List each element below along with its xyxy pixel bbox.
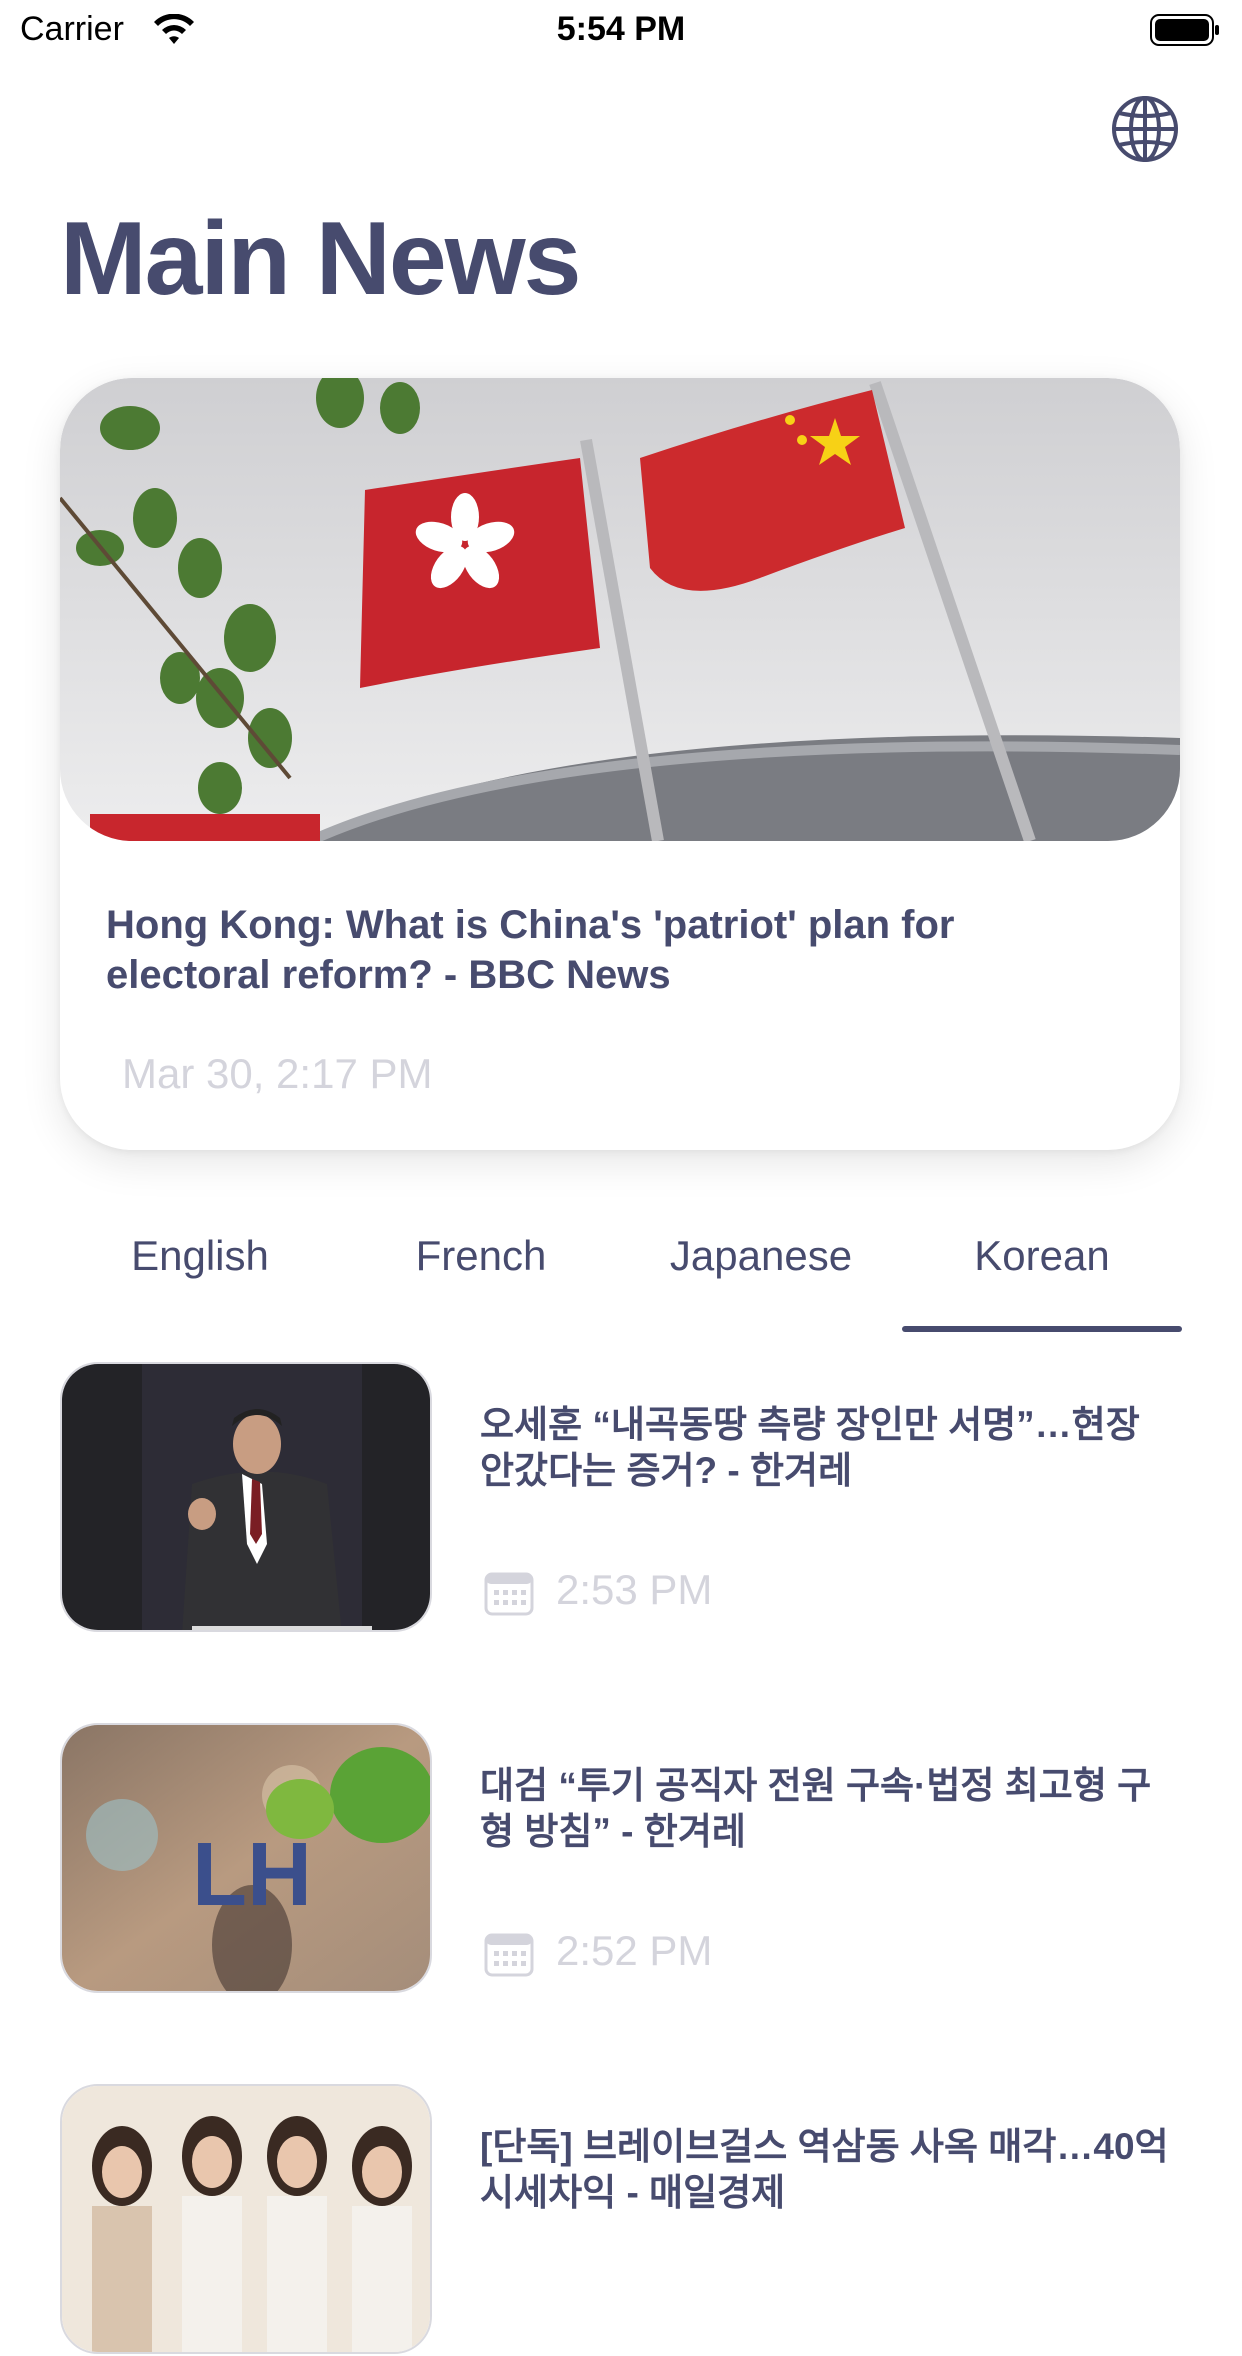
tab-korean[interactable]: Korean — [902, 1232, 1182, 1280]
news-time: 2:53 PM — [556, 1566, 713, 1613]
news-thumbnail: LH — [60, 1723, 432, 1993]
list-item[interactable]: [단독] 브레이브걸스 역삼동 사옥 매각…40억 시세차익 - 매일경제 — [60, 2084, 1182, 2356]
tab-english[interactable]: English — [60, 1232, 340, 1280]
news-title: [단독] 브레이브걸스 역삼동 사옥 매각…40억 시세차익 - 매일경제 — [480, 2126, 1169, 2213]
status-bar: Carrier 5:54 PM — [0, 0, 1242, 62]
list-item[interactable]: LH 대검 “투기 공직자 전원 구속·법정 최고형 구형 방침” - 한겨레 … — [60, 1723, 1182, 1995]
news-time: 2:52 PM — [556, 1927, 713, 1974]
featured-news-date: Mar 30, 2:17 PM — [122, 1050, 433, 1097]
news-thumbnail — [60, 2084, 432, 2354]
calendar-icon — [484, 1572, 534, 1616]
featured-news-card[interactable]: Hong Kong: What is China's 'patriot' pla… — [60, 378, 1180, 1150]
selected-tab-indicator — [902, 1326, 1182, 1332]
globe-icon[interactable] — [1110, 94, 1180, 164]
news-title: 오세훈 “내곡동땅 측량 장인만 서명”…현장 안갔다는 증거? - 한겨레 — [480, 1404, 1140, 1491]
status-time: 5:54 PM — [556, 10, 686, 48]
battery-icon — [1150, 14, 1219, 46]
svg-text:LH: LH — [192, 1825, 312, 1925]
featured-news-headline: Hong Kong: What is China's 'patriot' pla… — [106, 903, 955, 997]
page-title: Main News — [60, 201, 581, 317]
news-thumbnail — [60, 1362, 432, 1632]
featured-news-image — [60, 378, 1180, 841]
tab-japanese[interactable]: Japanese — [621, 1232, 901, 1280]
list-item[interactable]: 오세훈 “내곡동땅 측량 장인만 서명”…현장 안갔다는 증거? - 한겨레 2… — [60, 1362, 1182, 1634]
news-title: 대검 “투기 공직자 전원 구속·법정 최고형 구형 방침” - 한겨레 — [480, 1765, 1152, 1852]
tab-french[interactable]: French — [341, 1232, 621, 1280]
calendar-icon — [484, 1933, 534, 1977]
language-tabs: English French Japanese Korean — [60, 1216, 1182, 1332]
